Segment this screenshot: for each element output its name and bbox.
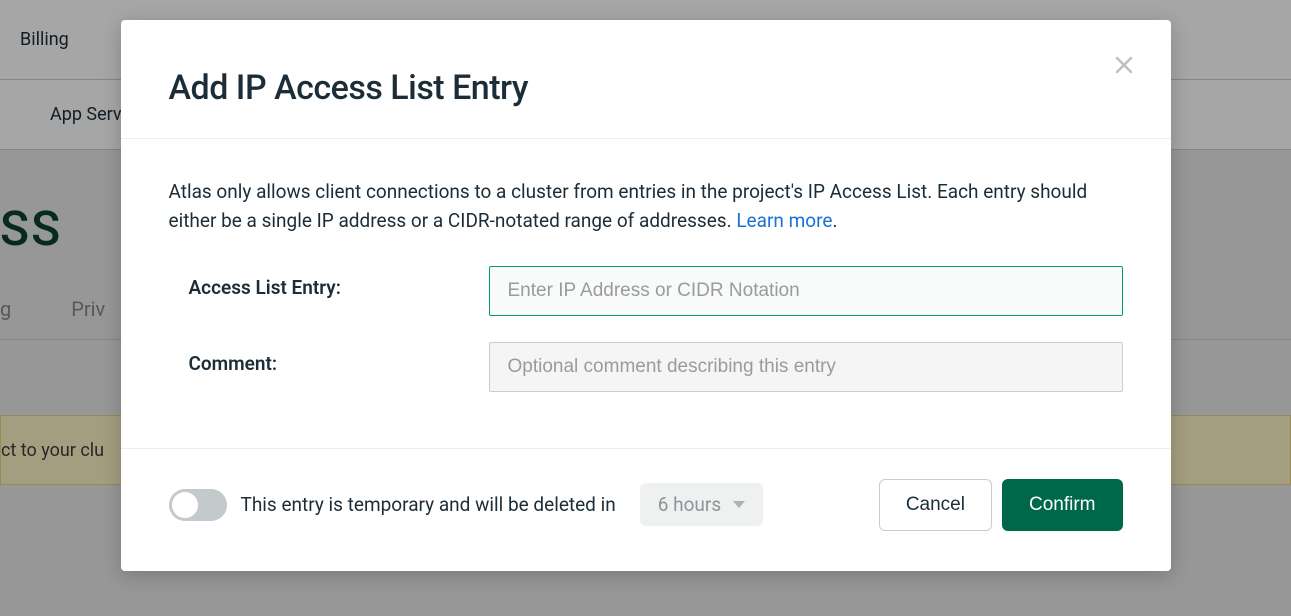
close-button[interactable]: [1115, 52, 1133, 78]
access-list-entry-input[interactable]: [489, 266, 1123, 316]
access-list-entry-label: Access List Entry:: [169, 266, 489, 299]
comment-input[interactable]: [489, 342, 1123, 392]
comment-row: Comment:: [169, 342, 1123, 392]
modal-header: Add IP Access List Entry: [121, 20, 1171, 139]
temporary-toggle[interactable]: [169, 489, 227, 521]
temporary-toggle-label: This entry is temporary and will be dele…: [241, 493, 616, 516]
duration-select[interactable]: 6 hours: [640, 483, 763, 526]
toggle-knob: [172, 492, 198, 518]
access-list-entry-row: Access List Entry:: [169, 266, 1123, 316]
description-end: .: [832, 209, 837, 232]
comment-label: Comment:: [169, 342, 489, 375]
add-ip-access-modal: Add IP Access List Entry Atlas only allo…: [121, 20, 1171, 571]
confirm-button[interactable]: Confirm: [1002, 479, 1123, 531]
modal-title: Add IP Access List Entry: [169, 68, 1123, 108]
close-icon: [1115, 56, 1133, 74]
cancel-button[interactable]: Cancel: [879, 479, 992, 531]
learn-more-link[interactable]: Learn more: [736, 209, 832, 232]
duration-value: 6 hours: [658, 493, 721, 516]
description-text: Atlas only allows client connections to …: [169, 180, 1088, 232]
modal-actions: Cancel Confirm: [879, 479, 1123, 531]
temporary-entry-section: This entry is temporary and will be dele…: [169, 483, 879, 526]
modal-description: Atlas only allows client connections to …: [169, 177, 1123, 236]
modal-footer: This entry is temporary and will be dele…: [121, 448, 1171, 571]
modal-overlay: Add IP Access List Entry Atlas only allo…: [0, 0, 1291, 616]
modal-body: Atlas only allows client connections to …: [121, 139, 1171, 448]
chevron-down-icon: [733, 501, 745, 508]
